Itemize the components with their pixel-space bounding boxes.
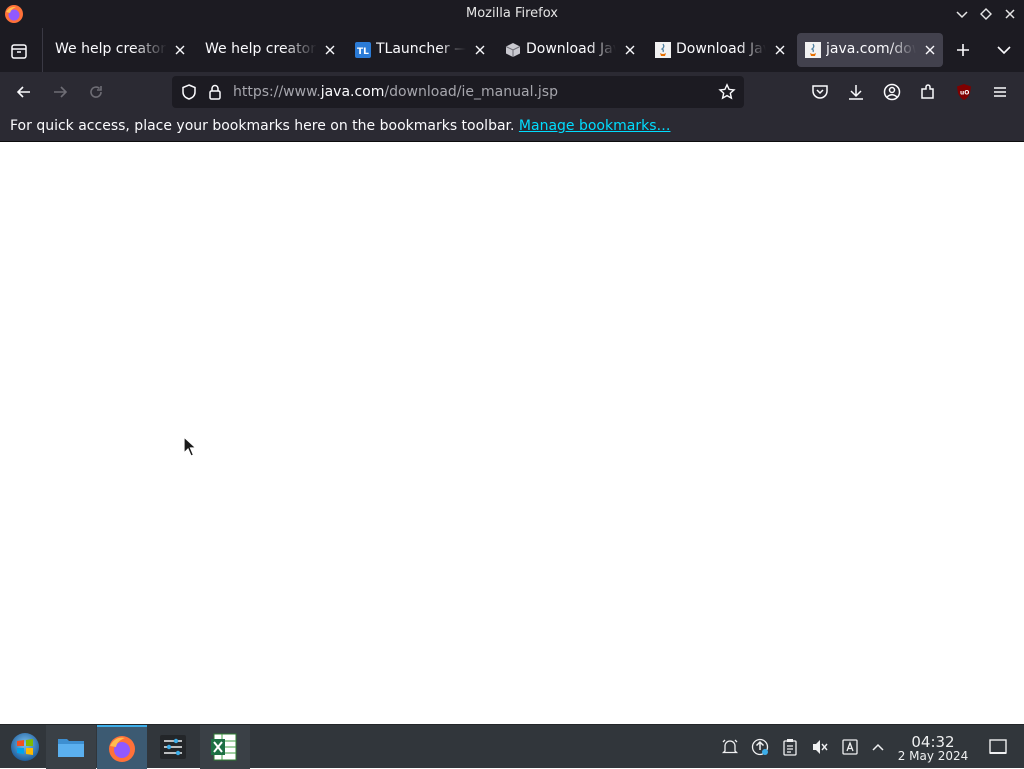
close-tab-icon[interactable] xyxy=(923,43,937,57)
volume-muted-icon[interactable] xyxy=(810,737,830,757)
tlauncher-icon: TL xyxy=(355,42,371,58)
list-all-tabs-button[interactable] xyxy=(994,40,1014,60)
tab-2[interactable]: We help creators xyxy=(197,33,343,67)
application-launcher[interactable] xyxy=(0,725,50,769)
diamond-icon xyxy=(980,8,992,20)
tab-label: TLauncher — xyxy=(376,41,466,57)
chevron-down-icon xyxy=(997,46,1011,55)
close-tab-icon[interactable] xyxy=(623,43,637,57)
window-titlebar: Mozilla Firefox xyxy=(0,0,1024,28)
lock-icon[interactable] xyxy=(206,83,224,105)
back-button[interactable] xyxy=(14,82,34,102)
ublock-shield-icon: uO xyxy=(957,84,971,100)
spreadsheet-icon xyxy=(211,733,237,761)
tab-label: We help creators xyxy=(205,41,317,57)
taskbar-system-settings[interactable] xyxy=(148,725,198,769)
ublock-origin-button[interactable]: uO xyxy=(954,82,974,102)
reload-icon xyxy=(90,86,102,98)
taskbar-firefox[interactable] xyxy=(97,725,147,769)
maximize-button[interactable] xyxy=(978,6,994,22)
settings-sliders-icon xyxy=(160,735,186,759)
tab-4[interactable]: Download Jav xyxy=(497,33,643,67)
reload-button[interactable] xyxy=(86,82,106,102)
firefox-view-icon xyxy=(11,44,27,59)
chevron-down-icon xyxy=(956,11,968,19)
downloads-button[interactable] xyxy=(846,82,866,102)
taskbar-file-manager[interactable] xyxy=(46,725,96,769)
bookmarks-message-text: For quick access, place your bookmarks h… xyxy=(10,118,519,134)
svg-text:uO: uO xyxy=(960,90,969,97)
tab-strip: We help creators We help creators TL TLa… xyxy=(0,28,1024,72)
account-button[interactable] xyxy=(882,82,902,102)
tab-5[interactable]: Download Jav xyxy=(647,33,793,67)
tab-label: We help creators xyxy=(55,41,167,57)
new-tab-button[interactable] xyxy=(953,40,973,60)
url-bar[interactable]: https://www.java.com/download/ie_manual.… xyxy=(172,76,744,108)
puzzle-icon xyxy=(921,84,934,99)
taskbar: 04:32 2 May 2024 xyxy=(0,724,1024,769)
firefox-view-button[interactable] xyxy=(8,40,30,62)
show-desktop-icon[interactable] xyxy=(988,737,1008,757)
close-tab-icon[interactable] xyxy=(173,43,187,57)
hamburger-menu-icon xyxy=(994,87,1006,97)
close-window-button[interactable] xyxy=(1002,6,1018,22)
folder-icon xyxy=(58,739,84,757)
url-host: java.com xyxy=(320,84,385,100)
bookmarks-toolbar: For quick access, place your bookmarks h… xyxy=(0,112,1024,142)
forward-button[interactable] xyxy=(50,82,70,102)
tab-label: java.com/dow xyxy=(826,41,916,57)
url-text[interactable]: https://www.java.com/download/ie_manual.… xyxy=(233,84,558,100)
window-title: Mozilla Firefox xyxy=(466,6,558,21)
tab-separator xyxy=(42,28,43,72)
mouse-cursor-icon xyxy=(183,436,197,457)
url-path: /download/ie_manual.jsp xyxy=(384,84,558,100)
notifications-bell-icon[interactable] xyxy=(720,737,740,757)
update-notifier-icon[interactable] xyxy=(750,737,770,757)
extensions-button[interactable] xyxy=(918,82,938,102)
close-tab-icon[interactable] xyxy=(323,43,337,57)
bookmark-star-icon[interactable] xyxy=(718,83,736,105)
minimize-button[interactable] xyxy=(954,6,970,22)
close-tab-icon[interactable] xyxy=(473,43,487,57)
tab-6-active[interactable]: java.com/dow xyxy=(797,33,943,67)
bookmarks-empty-message: For quick access, place your bookmarks h… xyxy=(10,118,670,134)
tab-label: Download Jav xyxy=(676,41,766,57)
tab-1[interactable]: We help creators xyxy=(47,33,193,67)
svg-text:TL: TL xyxy=(357,47,369,57)
package-icon xyxy=(505,43,521,57)
manage-bookmarks-link[interactable]: Manage bookmarks… xyxy=(519,118,671,134)
page-content[interactable] xyxy=(0,142,1024,724)
close-icon xyxy=(1005,9,1015,19)
tab-3[interactable]: TL TLauncher — xyxy=(347,33,493,67)
plus-icon xyxy=(957,44,969,56)
navigation-toolbar: https://www.java.com/download/ie_manual.… xyxy=(0,72,1024,112)
taskbar-spreadsheet[interactable] xyxy=(200,725,250,769)
application-menu-button[interactable] xyxy=(990,82,1010,102)
download-icon xyxy=(849,85,863,100)
firefox-icon xyxy=(109,736,135,762)
url-prefix: https://www. xyxy=(233,84,321,100)
clock-date[interactable]: 2 May 2024 xyxy=(892,749,974,763)
pocket-button[interactable] xyxy=(810,82,830,102)
java-icon xyxy=(655,42,671,58)
input-method-icon[interactable] xyxy=(840,737,860,757)
close-tab-icon[interactable] xyxy=(773,43,787,57)
arrow-left-icon xyxy=(16,86,30,98)
account-icon xyxy=(883,83,901,101)
tracking-protection-shield-icon[interactable] xyxy=(180,83,198,105)
java-icon xyxy=(805,42,821,58)
tab-label: Download Jav xyxy=(526,41,616,57)
chevron-up-icon[interactable] xyxy=(868,737,888,757)
pocket-icon xyxy=(812,85,828,99)
start-menu-icon xyxy=(11,733,39,761)
arrow-right-icon xyxy=(54,86,68,98)
clipboard-icon[interactable] xyxy=(780,737,800,757)
